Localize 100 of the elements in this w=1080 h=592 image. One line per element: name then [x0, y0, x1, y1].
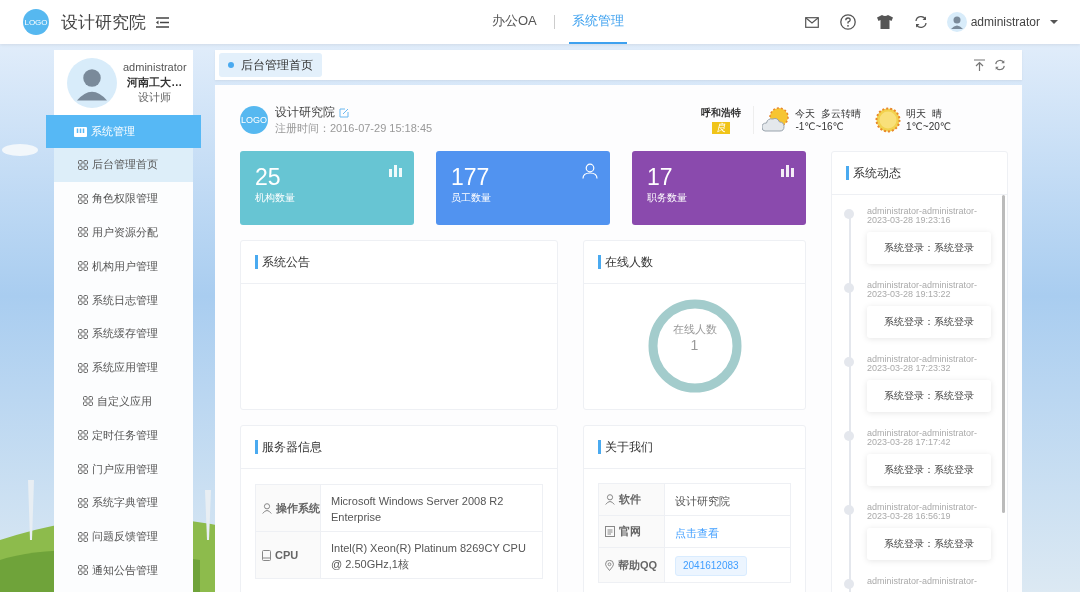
page-tab[interactable]: 后台管理首页 [219, 53, 322, 77]
document-icon [605, 526, 615, 537]
scrollbar[interactable] [1002, 195, 1005, 513]
temperature-range: 1℃~20℃ [906, 120, 951, 133]
caret-icon[interactable] [1050, 20, 1058, 24]
entry-message: 系统登录：系统登录 [867, 306, 991, 338]
grid-icon [77, 159, 88, 170]
menu-item[interactable]: 定时任务管理 [54, 418, 193, 453]
menu-icon[interactable] [156, 16, 169, 28]
value-text: Microsoft Windows Server 2008 R2 Enterprise [331, 494, 505, 525]
donut-label: 在线人数 [672, 322, 717, 337]
panel-title: 在线人数 [605, 253, 653, 271]
organization-name: 设计研究院 [275, 104, 335, 121]
city-name: 呼和浩特 [701, 106, 742, 120]
help-icon[interactable] [839, 14, 856, 30]
refresh-icon[interactable] [913, 15, 928, 29]
user-icon [262, 502, 272, 514]
shirt-icon[interactable] [876, 15, 893, 29]
air-quality-badge: 良 [712, 122, 731, 134]
registration-time: 注册时间：2016-07-29 15:18:45 [275, 121, 433, 136]
menu-item[interactable]: 系统缓存管理 [54, 317, 193, 351]
grid-icon [77, 430, 88, 441]
value-tag: 2041612083 [675, 556, 747, 576]
temperature-range: -1℃~16℃ [795, 120, 845, 133]
field-label: 软件 [599, 484, 665, 515]
stat-label: 机构数量 [255, 191, 295, 205]
location-icon [605, 559, 614, 571]
grid-icon [77, 464, 88, 475]
panel-title: 系统动态 [853, 164, 901, 182]
profile-organization: 河南工大… [127, 75, 183, 90]
entry-time: 2023-03-28 19:13:22 [867, 290, 952, 299]
user-icon [582, 163, 598, 179]
user-icon [605, 494, 615, 505]
organization-logo: LOGO [240, 106, 268, 134]
refresh-icon[interactable] [994, 59, 1006, 71]
entry-author: administrator-administrator- [867, 503, 979, 512]
entry-message: 系统登录：系统登录 [867, 380, 991, 412]
value-text: Intel(R) Xeon(R) Platinum 8269CY CPU @ 2.50GHz,1核 [331, 541, 527, 572]
stat-value: 177 [451, 163, 491, 191]
avatar [67, 57, 117, 108]
entry-time: 2023-03-28 17:23:32 [867, 364, 952, 373]
entry-time: 2023-03-28 19:23:16 [867, 216, 952, 225]
menu-item[interactable]: 问题反馈管理 [54, 519, 193, 554]
nav-tab[interactable]: 办公OA [489, 0, 540, 44]
grid-icon [77, 531, 88, 542]
grid-icon [77, 497, 88, 508]
grid-icon [77, 193, 88, 204]
menu-item[interactable]: 角色权限管理 [54, 181, 193, 216]
entry-author: administrator-administrator- [867, 355, 979, 364]
grid-icon [74, 126, 87, 137]
user-name[interactable]: administrator [970, 15, 1040, 29]
menu-item[interactable]: 机构用户管理 [54, 249, 193, 284]
stat-value: 17 [647, 163, 674, 191]
phone-icon [262, 549, 271, 561]
menu-item[interactable]: 自定义应用 [54, 384, 193, 419]
stat-label: 职务数量 [647, 191, 687, 205]
grid-icon [77, 362, 88, 373]
panel-title: 服务器信息 [262, 438, 322, 456]
forecast-label: 明天 晴 [906, 107, 943, 120]
field-label: 操作系统 [256, 485, 321, 531]
grid-icon [83, 396, 93, 407]
entry-author: administrator-administrator- [867, 429, 979, 438]
menu-item[interactable]: 后台管理首页 [54, 148, 193, 182]
profile-role: 设计师 [138, 90, 172, 105]
grid-icon [77, 565, 88, 576]
panel-title: 关于我们 [605, 438, 653, 456]
mail-icon[interactable] [804, 16, 819, 28]
entry-author: administrator-administrator- [867, 207, 979, 216]
menu-item[interactable]: 通知公告管理 [54, 553, 193, 588]
entry-author: administrator-administrator- [867, 281, 979, 290]
menu-item[interactable]: 系统字典管理 [54, 485, 193, 520]
menu-item[interactable]: 用户资源分配 [54, 215, 193, 250]
profile-name: administrator [123, 60, 187, 75]
value-text: 设计研究院 [675, 493, 730, 509]
entry-message: 系统登录：系统登录 [867, 232, 991, 264]
grid-icon [77, 227, 88, 238]
menu-item[interactable]: 门户应用管理 [54, 452, 193, 486]
stat-label: 员工数量 [451, 191, 491, 205]
menu-item[interactable]: 系统日志管理 [54, 283, 193, 317]
entry-time: 2023-03-28 16:56:19 [867, 512, 952, 521]
grid-icon [77, 328, 88, 339]
user-avatar [946, 12, 967, 32]
sun-icon [875, 107, 901, 133]
panel-title: 系统公告 [262, 253, 310, 271]
entry-message: 系统登录：系统登录 [867, 454, 991, 486]
forecast-label: 今天 多云转晴 [795, 107, 861, 120]
field-label: 官网 [599, 516, 665, 547]
upload-icon[interactable] [974, 59, 985, 71]
bar-chart-icon [389, 165, 402, 177]
online-count: 1 [690, 337, 699, 353]
menu-item[interactable]: 系统应用管理 [54, 350, 193, 385]
field-label: 帮助QQ [599, 548, 665, 582]
stat-value: 25 [255, 163, 282, 191]
app-title: 设计研究院 [61, 11, 146, 34]
cloud-sun-icon [762, 107, 791, 133]
entry-time: 2023-03-28 17:17:42 [867, 438, 952, 447]
entry-message: 系统登录：系统登录 [867, 528, 991, 560]
grid-icon [77, 295, 88, 306]
logo: LOGO [23, 9, 49, 35]
bar-chart-icon [781, 165, 794, 177]
